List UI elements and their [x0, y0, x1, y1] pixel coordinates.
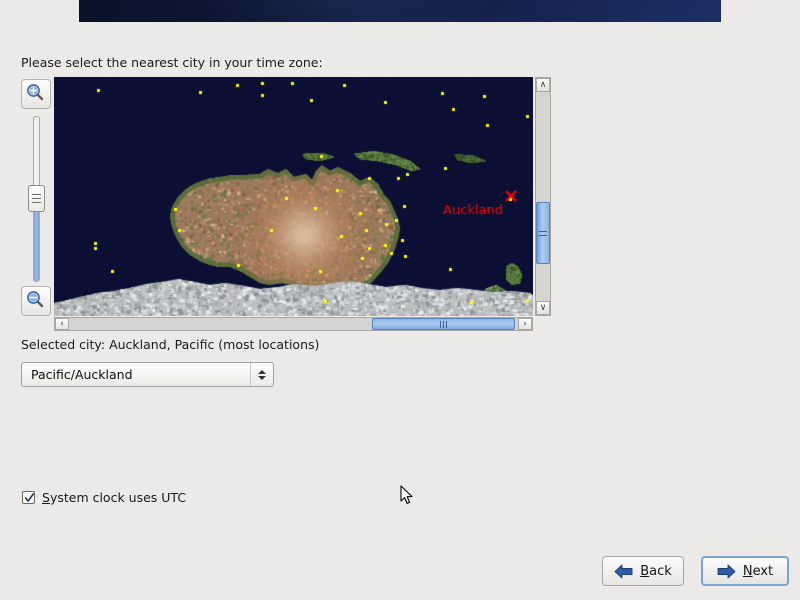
- zoom-slider-thumb[interactable]: [28, 185, 45, 212]
- scroll-right-button[interactable]: ›: [518, 318, 532, 330]
- map-horizontal-scrollbar[interactable]: ‹ ›: [54, 317, 533, 331]
- grip-line: [446, 320, 447, 328]
- horizontal-scroll-thumb[interactable]: [372, 318, 515, 330]
- world-map[interactable]: [54, 77, 533, 316]
- arrow-left-icon: [614, 564, 633, 578]
- installer-banner: [79, 0, 721, 22]
- grip-line: [32, 194, 41, 195]
- next-label-rest: ext: [752, 563, 774, 579]
- vertical-scroll-thumb[interactable]: [536, 202, 550, 264]
- next-button[interactable]: Next: [701, 556, 789, 586]
- grip-line: [539, 235, 547, 236]
- timezone-select-value: Pacific/Auckland: [31, 367, 133, 382]
- mouse-cursor: [400, 485, 413, 504]
- next-label-mnemonic: N: [742, 563, 753, 579]
- grip-line: [539, 231, 547, 232]
- utc-label-mnemonic: S: [42, 490, 50, 505]
- magnifier-plus-icon: [27, 84, 44, 101]
- arrow-right-icon: [717, 564, 736, 578]
- back-label-rest: ack: [649, 563, 672, 579]
- selected-city-status: Selected city: Auckland, Pacific (most l…: [21, 337, 320, 352]
- chevron-left-icon: ‹: [60, 318, 64, 329]
- timezone-select[interactable]: Pacific/Auckland: [21, 362, 274, 387]
- utc-checkbox[interactable]: [22, 491, 35, 504]
- zoom-in-button[interactable]: [21, 79, 51, 109]
- back-label-mnemonic: B: [640, 563, 650, 579]
- chevron-down-glyph: [258, 375, 266, 380]
- next-button-label: Next: [743, 564, 773, 579]
- chevron-down-icon: ∨: [539, 302, 547, 313]
- chevron-up-icon: ∧: [539, 79, 547, 90]
- grip-line: [443, 320, 444, 328]
- chevron-updown-icon[interactable]: [250, 363, 273, 386]
- back-button[interactable]: Back: [602, 556, 684, 586]
- grip-line: [32, 202, 41, 203]
- page-title: Please select the nearest city in your t…: [21, 55, 323, 70]
- timezone-selection-page: Please select the nearest city in your t…: [0, 0, 800, 600]
- magnifier-minus-icon: [27, 291, 44, 308]
- chevron-up-glyph: [258, 369, 266, 374]
- scroll-left-button[interactable]: ‹: [55, 318, 69, 330]
- world-map-canvas[interactable]: [54, 77, 533, 316]
- chevron-right-icon: ›: [523, 318, 527, 329]
- map-vertical-scrollbar[interactable]: ∧ ∨: [535, 77, 551, 316]
- scroll-down-button[interactable]: ∨: [536, 301, 550, 315]
- zoom-slider-fill: [34, 205, 39, 281]
- grip-line: [32, 198, 41, 199]
- checkmark-icon: [24, 493, 35, 502]
- scroll-up-button[interactable]: ∧: [536, 78, 550, 92]
- utc-label-rest: ystem clock uses UTC: [49, 490, 187, 505]
- back-button-label: Back: [640, 564, 672, 579]
- zoom-out-button[interactable]: [21, 286, 51, 316]
- utc-checkbox-label: System clock uses UTC: [42, 490, 186, 505]
- banner-glow: [199, 0, 499, 22]
- grip-line: [440, 320, 441, 328]
- utc-checkbox-row[interactable]: System clock uses UTC: [22, 490, 186, 505]
